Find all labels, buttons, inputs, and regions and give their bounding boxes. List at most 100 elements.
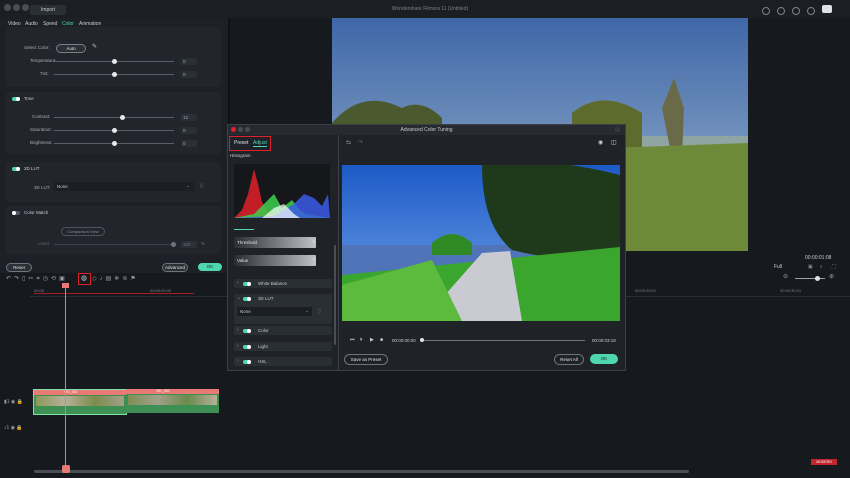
fullscreen-icon[interactable]: ⛶ — [832, 264, 836, 270]
zoom-slider[interactable] — [795, 278, 825, 279]
saturation-knob[interactable] — [112, 128, 117, 133]
tab-adjust[interactable]: Adjust — [253, 140, 267, 147]
import-tab[interactable]: Import — [30, 5, 66, 15]
ok-button[interactable]: OK — [198, 263, 222, 271]
dialog-timeline-knob[interactable] — [420, 338, 424, 342]
zoom-knob[interactable] — [815, 276, 820, 281]
zoom-out-icon[interactable]: ⊖ — [783, 273, 788, 280]
temperature-knob[interactable] — [112, 59, 117, 64]
eye-icon[interactable]: ◉ — [598, 139, 603, 146]
save-as-preset-button[interactable]: Save as Preset — [344, 354, 388, 365]
play-frame-icon[interactable]: ⏵ — [360, 337, 363, 343]
tint-value[interactable]: 0 — [181, 71, 197, 78]
light-toggle[interactable] — [243, 344, 251, 349]
histogram-chart — [234, 164, 330, 218]
export-icon[interactable] — [822, 5, 832, 13]
lut-toggle[interactable] — [243, 296, 251, 301]
level-label: Level — [38, 241, 49, 246]
auto-button[interactable]: Auto — [56, 44, 86, 53]
hsl-toggle[interactable] — [243, 359, 251, 364]
delete-icon[interactable]: ▯ — [318, 308, 321, 314]
playhead[interactable] — [65, 283, 66, 471]
white-balance-row[interactable]: › White Balance — [234, 279, 332, 288]
threshold-value[interactable]: 0 — [304, 239, 315, 246]
dialog-maximize-button[interactable] — [245, 127, 250, 132]
contrast-value[interactable]: 12 — [181, 114, 197, 121]
playback-controls: ⏮ ⏵ ▶ ■ 00:00:00:00 00:00:03:18 — [342, 337, 620, 345]
lut-dropdown[interactable]: None ⌄ — [237, 307, 312, 316]
volume-icon[interactable]: ◐ — [820, 264, 823, 270]
advanced-button[interactable]: Advanced — [162, 263, 188, 272]
temperature-label: Temperature: — [30, 58, 57, 63]
level-value[interactable]: 100 — [181, 241, 197, 248]
redo-icon[interactable]: ↷ — [358, 139, 363, 146]
hsl-row[interactable]: › HSL — [234, 357, 332, 366]
lut-section: 3D LUT 3D LUT: None ⌄ ▯ — [6, 162, 221, 202]
color-match-toggle[interactable] — [12, 211, 20, 215]
dialog-timeline-slider[interactable] — [420, 340, 585, 341]
download-icon[interactable] — [807, 7, 815, 15]
split-view-icon[interactable]: ◫ — [611, 139, 617, 146]
dialog-left-scrollbar[interactable] — [334, 245, 336, 345]
zoom-in-icon[interactable]: ⊕ — [829, 273, 834, 280]
rotate-icon[interactable]: ⟲ — [51, 276, 59, 282]
dialog-titlebar: Advanced Color Tuning ⓘ — [228, 125, 625, 135]
contrast-knob[interactable] — [120, 115, 125, 120]
dialog-close-button[interactable] — [231, 127, 236, 132]
timeline-scrollbar[interactable] — [34, 470, 689, 473]
image-icon[interactable]: ▣ — [59, 276, 68, 282]
white-balance-toggle[interactable] — [243, 281, 251, 286]
compare-icon[interactable]: ⇆ — [346, 139, 351, 146]
green-screen-icon[interactable]: ▤ — [106, 276, 115, 282]
play-icon[interactable]: ▶ — [370, 337, 374, 343]
save-icon[interactable] — [792, 7, 800, 15]
reset-all-button[interactable]: Reset All — [554, 354, 584, 365]
mask-icon[interactable]: ◇ — [92, 276, 100, 282]
brightness-value[interactable]: 0 — [181, 140, 197, 147]
reset-button[interactable]: Reset — [6, 263, 32, 272]
stop-icon[interactable]: ■ — [380, 337, 383, 343]
select-color-label: Select Color: — [24, 45, 50, 50]
lut-row[interactable]: ⌄ 3D LUT None ⌄ ▯ — [234, 294, 332, 324]
mark-icon[interactable]: ⚑ — [130, 276, 138, 282]
level-slider[interactable] — [54, 244, 174, 245]
snapshot-icon[interactable]: ▣ — [808, 264, 813, 270]
comparison-view-button[interactable]: Comparison View — [61, 227, 105, 236]
lut-dropdown[interactable]: None ⌄ — [54, 182, 194, 191]
color-toggle[interactable] — [243, 328, 251, 333]
undo-icon[interactable]: ↶ — [6, 276, 14, 282]
tab-preset[interactable]: Preset — [234, 140, 248, 146]
dialog-ok-button[interactable]: OK — [590, 354, 618, 364]
notification-icon[interactable] — [777, 7, 785, 15]
value-value[interactable]: 0 — [304, 257, 315, 264]
temperature-value[interactable]: 0 — [181, 58, 197, 65]
account-icon[interactable] — [762, 7, 770, 15]
minimize-window-button[interactable] — [13, 4, 20, 11]
close-window-button[interactable] — [4, 4, 11, 11]
level-knob[interactable] — [171, 242, 176, 247]
lut-toggle[interactable] — [12, 167, 20, 171]
light-row[interactable]: › Light — [234, 342, 332, 351]
lut-dropdown-value: None — [57, 184, 68, 189]
tone-toggle[interactable] — [12, 97, 20, 101]
quality-dropdown[interactable]: Full — [774, 264, 782, 270]
color-palette-icon[interactable]: ◍ — [81, 274, 87, 282]
eyedropper-icon[interactable]: ✎ — [92, 43, 97, 50]
color-row[interactable]: › Color — [234, 326, 332, 335]
redo-icon[interactable]: ↷ — [14, 276, 22, 282]
video-clip[interactable]: VID_001 — [33, 389, 127, 415]
dialog-minimize-button[interactable] — [238, 127, 243, 132]
chevron-down-icon: ⌄ — [237, 295, 242, 301]
help-icon[interactable]: ⓘ — [615, 126, 620, 133]
maximize-window-button[interactable] — [22, 4, 29, 11]
contrast-slider[interactable] — [54, 117, 174, 118]
delete-icon[interactable]: ▯ — [200, 183, 203, 189]
tint-knob[interactable] — [112, 72, 117, 77]
step-back-icon[interactable]: ⏮ — [350, 337, 355, 343]
video-clip[interactable]: VID_002 — [126, 389, 219, 413]
saturation-value[interactable]: 0 — [181, 127, 197, 134]
brightness-knob[interactable] — [112, 141, 117, 146]
speed-icon[interactable]: ◷ — [43, 276, 51, 282]
playhead-bottom-handle[interactable] — [62, 465, 70, 473]
playhead-handle[interactable] — [62, 283, 69, 288]
